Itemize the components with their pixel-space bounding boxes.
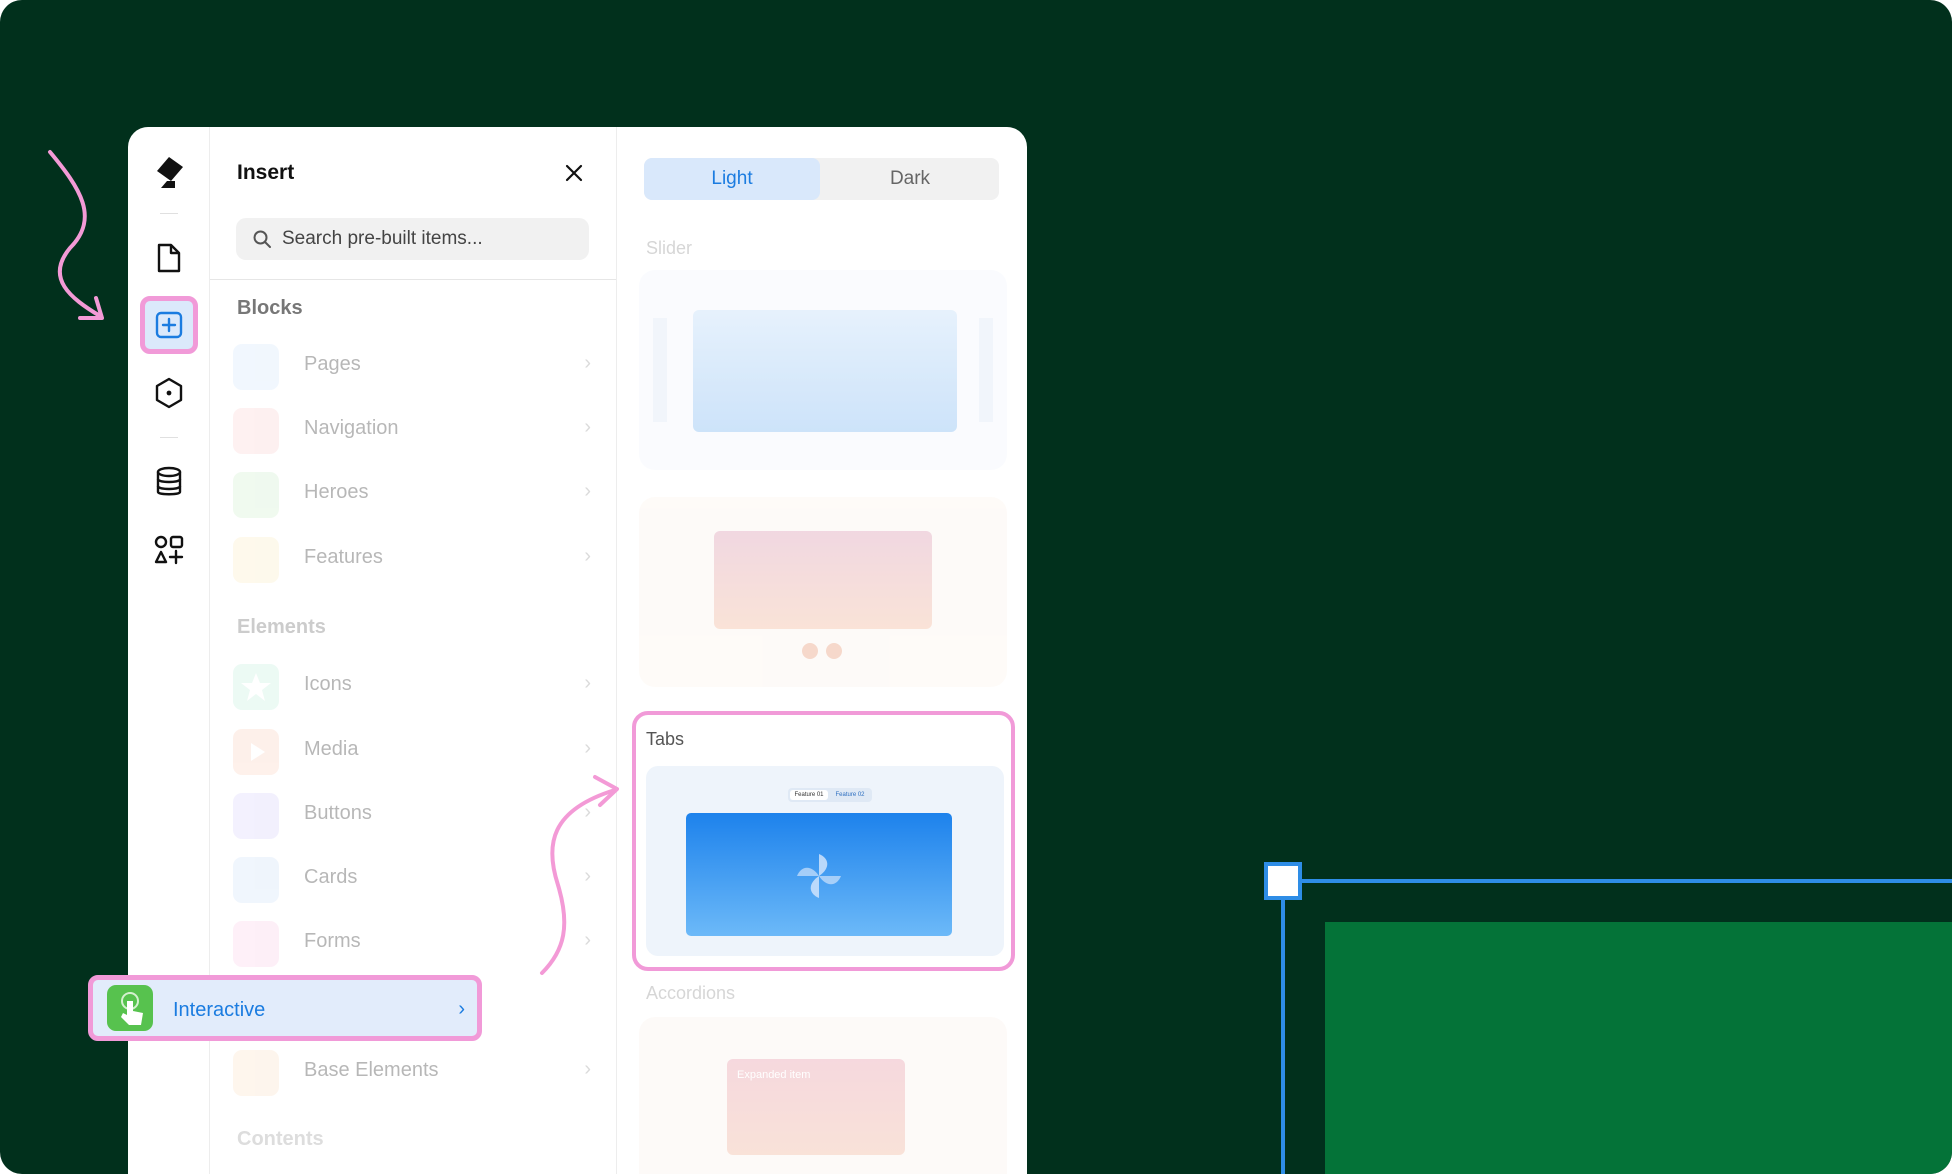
chevron-right-icon: ›	[584, 480, 591, 502]
play-icon	[233, 729, 279, 775]
preview-column: Light Dark Slider Accordions Expanded it…	[617, 127, 1027, 1174]
divider	[210, 279, 616, 280]
form-thumb-icon	[233, 921, 279, 967]
carousel-dot	[802, 643, 818, 659]
section-blocks: Blocks	[237, 297, 303, 319]
selection-edge	[1292, 879, 1952, 883]
item-label: Interactive	[173, 999, 266, 1021]
search-placeholder: Search pre-built items...	[282, 228, 483, 249]
base-elements-thumb-icon	[233, 1050, 279, 1096]
tab-feature-01: Feature 01	[790, 790, 828, 800]
plus-square-icon	[155, 311, 183, 339]
canvas-background: Insert Search pre-built items... Blocks …	[0, 0, 1952, 1174]
section-elements: Elements	[237, 616, 326, 638]
accordions-preview-card[interactable]: Expanded item	[639, 1017, 1007, 1174]
section-contents: Contents	[237, 1128, 324, 1150]
features-thumb-icon	[233, 537, 279, 583]
card-thumb-icon	[233, 857, 279, 903]
tabs-preview-highlight[interactable]: Tabs Feature 01 Feature 02	[632, 711, 1015, 971]
search-icon	[253, 230, 271, 248]
tabs-preview-card: Feature 01 Feature 02	[646, 766, 1004, 956]
tab-feature-02: Feature 02	[835, 792, 865, 798]
list-item-icons[interactable]: Icons ›	[231, 659, 601, 711]
annotation-arrow-bottom	[540, 775, 619, 975]
item-label: Cards	[304, 866, 358, 888]
item-label: Base Elements	[304, 1059, 439, 1081]
pinwheel-icon	[797, 854, 841, 898]
chevron-right-icon: ›	[584, 737, 591, 759]
button-thumb-icon	[233, 793, 279, 839]
search-input[interactable]: Search pre-built items...	[236, 218, 589, 260]
close-button[interactable]	[560, 159, 588, 187]
carousel-dot	[826, 643, 842, 659]
accordions-label: Accordions	[646, 983, 736, 1003]
heroes-thumb-icon	[233, 472, 279, 518]
list-item-pages[interactable]: Pages ›	[231, 339, 601, 391]
annotation-arrow-top	[48, 150, 104, 320]
carousel-preview-card[interactable]	[639, 497, 1007, 687]
item-label: Buttons	[304, 802, 372, 824]
slider-image	[693, 310, 957, 432]
list-item-navigation[interactable]: Navigation ›	[231, 403, 601, 455]
item-label: Media	[304, 738, 359, 760]
pages-thumb-icon	[233, 344, 279, 390]
rail-divider	[160, 437, 178, 438]
item-label: Icons	[304, 673, 352, 695]
theme-light-button[interactable]: Light	[644, 158, 820, 200]
tap-hand-icon	[107, 985, 153, 1031]
item-label: Navigation	[304, 417, 399, 439]
close-icon	[565, 164, 583, 182]
navigation-thumb-icon	[233, 408, 279, 454]
list-item-features[interactable]: Features ›	[231, 532, 601, 584]
item-label: Forms	[304, 930, 361, 952]
item-label: Heroes	[304, 481, 369, 503]
hexagon-icon[interactable]	[140, 364, 198, 422]
chevron-right-icon: ›	[584, 352, 591, 374]
panel-title: Insert	[237, 161, 295, 184]
database-icon[interactable]	[140, 453, 198, 511]
theme-toggle: Light Dark	[644, 158, 999, 200]
star-icon	[233, 664, 279, 710]
insert-button[interactable]	[140, 296, 198, 354]
page-icon[interactable]	[140, 229, 198, 287]
chevron-right-icon: ›	[584, 416, 591, 438]
list-item-heroes[interactable]: Heroes ›	[231, 467, 601, 519]
slider-edge	[653, 318, 667, 422]
slider-preview-card[interactable]	[639, 270, 1007, 470]
resize-handle[interactable]	[1264, 862, 1302, 900]
carousel-image	[714, 531, 932, 629]
tab-bar: Feature 01 Feature 02	[788, 788, 872, 802]
canvas-frame[interactable]	[1325, 922, 1952, 1174]
chevron-right-icon: ›	[584, 545, 591, 567]
list-item-interactive[interactable]: Interactive ›	[88, 975, 482, 1041]
accordion-image: Expanded item	[727, 1059, 905, 1155]
framer-logo-icon[interactable]	[140, 143, 198, 201]
tabs-image	[686, 813, 952, 936]
shapes-icon[interactable]	[140, 521, 198, 579]
item-label: Pages	[304, 353, 361, 375]
list-item-base-elements[interactable]: Base Elements ›	[231, 1045, 601, 1097]
chevron-right-icon: ›	[458, 998, 465, 1020]
chevron-right-icon: ›	[584, 672, 591, 694]
slider-label: Slider	[646, 238, 693, 258]
chevron-right-icon: ›	[584, 1058, 591, 1080]
selection-edge	[1281, 890, 1285, 1174]
item-label: Features	[304, 546, 383, 568]
slider-edge	[979, 318, 993, 422]
rail-divider	[160, 213, 178, 214]
tabs-label: Tabs	[646, 729, 685, 749]
theme-dark-button[interactable]: Dark	[822, 158, 998, 200]
accordion-card-title: Expanded item	[737, 1069, 811, 1081]
